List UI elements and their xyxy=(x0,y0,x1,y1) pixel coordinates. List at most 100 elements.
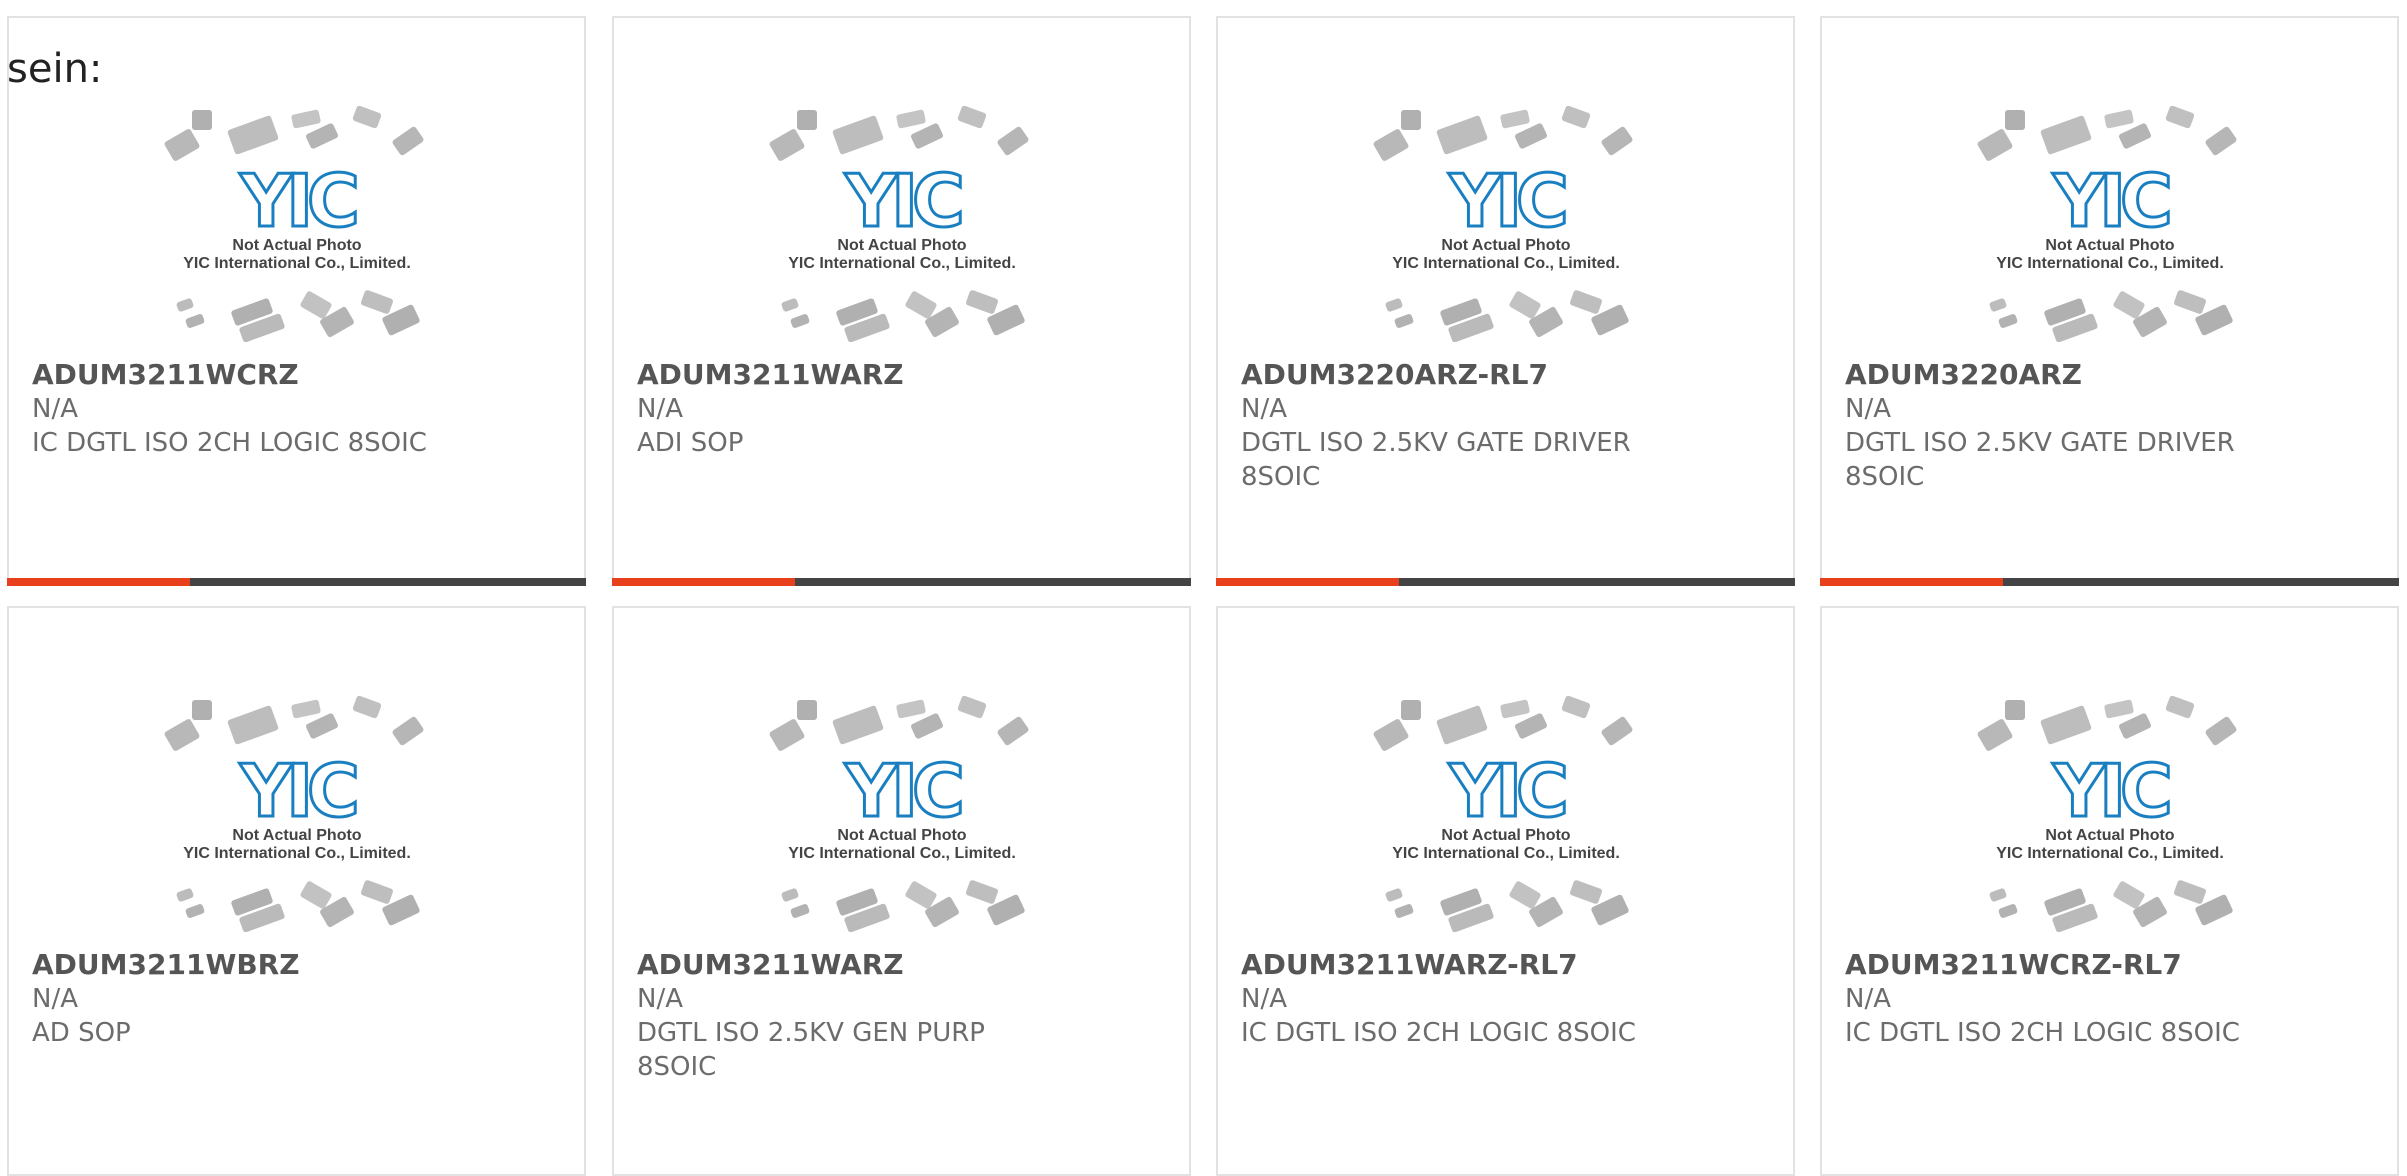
chip-icon xyxy=(957,695,986,719)
chip-icon xyxy=(790,904,809,918)
product-card[interactable]: YIC Not Actual Photo YIC International Co.… xyxy=(612,606,1191,1176)
chip-icon xyxy=(185,904,204,918)
product-card[interactable]: YIC Not Actual Photo YIC International Co.… xyxy=(7,16,586,586)
card-footer-accent xyxy=(1820,578,2003,586)
product-thumbnail[interactable]: YIC Not Actual Photo YIC International Co.… xyxy=(162,694,432,933)
chip-icon xyxy=(191,110,212,130)
chip-icon xyxy=(2112,291,2145,319)
chip-icon xyxy=(191,700,212,720)
thumbnail-caption: Not Actual Photo xyxy=(2045,827,2174,844)
placeholder-photo: YICNot Actual PhotoYIC International Co.… xyxy=(1977,105,2236,343)
product-thumbnail[interactable]: YIC Not Actual Photo YIC International Co.… xyxy=(1371,694,1641,933)
chip-icon xyxy=(2165,105,2194,129)
chip-icon xyxy=(1977,719,2012,751)
chip-icon xyxy=(1569,880,1602,904)
chip-icon xyxy=(164,129,199,161)
thumbnail-caption: Not Actual Photo xyxy=(232,827,361,844)
chip-icon xyxy=(781,298,798,312)
chip-icon xyxy=(1436,115,1487,155)
part-number-link[interactable]: ADUM3220ARZ-RL7 xyxy=(1241,358,1671,392)
chip-icon xyxy=(781,888,798,902)
description: DGTL ISO 2.5KV GATE DRIVER 8SOIC xyxy=(1241,428,1631,492)
chip-icon xyxy=(965,880,998,904)
chip-icon xyxy=(360,290,393,314)
chip-icon xyxy=(1499,109,1530,129)
chip-icon xyxy=(1989,298,2006,312)
product-thumbnail[interactable]: YIC Not Actual Photo YIC International Co.… xyxy=(162,104,432,343)
chip-icon xyxy=(965,290,998,314)
product-card[interactable]: YIC Not Actual Photo YIC International Co.… xyxy=(1216,16,1795,586)
chip-icon xyxy=(957,105,986,129)
chip-icon xyxy=(1385,888,1402,902)
chip-icon xyxy=(1569,290,1602,314)
yic-logo: YIC xyxy=(1448,749,1565,833)
description: DGTL ISO 2.5KV GATE DRIVER 8SOIC xyxy=(1845,428,2235,492)
thumbnail-caption: YIC International Co., Limited. xyxy=(183,255,411,272)
chip-icon xyxy=(997,716,1028,746)
part-number-link[interactable]: ADUM3211WARZ xyxy=(637,948,1067,982)
product-thumbnail[interactable]: YIC Not Actual Photo YIC International Co.… xyxy=(1975,104,2245,343)
chip-icon xyxy=(352,695,381,719)
card-footer-bar xyxy=(7,578,586,586)
chip-icon xyxy=(392,126,423,156)
thumbnail-caption: YIC International Co., Limited. xyxy=(1392,845,1620,862)
chip-icon xyxy=(2103,109,2134,129)
chip-icon xyxy=(305,713,338,739)
chip-icon xyxy=(2040,705,2091,745)
product-card[interactable]: YIC Not Actual Photo YIC International Co.… xyxy=(1820,16,2399,586)
chip-icon xyxy=(176,298,193,312)
placeholder-photo: YICNot Actual PhotoYIC International Co.… xyxy=(769,695,1028,933)
chip-icon xyxy=(1373,129,1408,161)
chip-icon xyxy=(769,719,804,751)
chip-icon xyxy=(360,880,393,904)
part-number-link[interactable]: ADUM3211WCRZ xyxy=(32,358,462,392)
chip-icon xyxy=(164,719,199,751)
thumbnail-caption: YIC International Co., Limited. xyxy=(1996,255,2224,272)
placeholder-photo: YICNot Actual PhotoYIC International Co.… xyxy=(1373,695,1632,933)
product-thumbnail[interactable]: YIC Not Actual Photo YIC International Co.… xyxy=(767,694,1037,933)
chip-icon xyxy=(2173,290,2206,314)
card-footer-bar xyxy=(1820,578,2399,586)
card-footer-bar xyxy=(612,578,1191,586)
chip-icon xyxy=(1561,695,1590,719)
chip-icon xyxy=(2165,695,2194,719)
chip-icon xyxy=(910,123,943,149)
thumbnail-caption: Not Actual Photo xyxy=(837,827,966,844)
product-thumbnail[interactable]: YIC Not Actual Photo YIC International Co.… xyxy=(1371,104,1641,343)
product-card[interactable]: YIC Not Actual Photo YIC International Co.… xyxy=(612,16,1191,586)
product-card[interactable]: YIC Not Actual Photo YIC International Co.… xyxy=(1216,606,1795,1176)
chip-icon xyxy=(290,109,321,129)
part-number-link[interactable]: ADUM3211WCRZ-RL7 xyxy=(1845,948,2275,982)
chip-icon xyxy=(1601,716,1632,746)
chip-icon xyxy=(299,291,332,319)
card-footer-accent xyxy=(7,578,190,586)
chip-icon xyxy=(832,115,883,155)
part-number-link[interactable]: ADUM3220ARZ xyxy=(1845,358,2275,392)
thumbnail-caption: Not Actual Photo xyxy=(2045,237,2174,254)
chip-icon xyxy=(2040,115,2091,155)
chip-icon xyxy=(796,110,817,130)
yic-logo: YIC xyxy=(1448,159,1565,243)
yic-logo: YIC xyxy=(2052,159,2169,243)
chip-icon xyxy=(352,105,381,129)
manufacturer: N/A xyxy=(32,984,78,1014)
product-card[interactable]: YIC Not Actual Photo YIC International Co.… xyxy=(7,606,586,1176)
chip-icon xyxy=(2004,110,2025,130)
part-number-link[interactable]: ADUM3211WBRZ xyxy=(32,948,462,982)
thumbnail-caption: YIC International Co., Limited. xyxy=(183,845,411,862)
thumbnail-caption: Not Actual Photo xyxy=(837,237,966,254)
section-label: sein: xyxy=(7,46,103,92)
product-card[interactable]: YIC Not Actual Photo YIC International Co.… xyxy=(1820,606,2399,1176)
chip-icon xyxy=(769,129,804,161)
placeholder-photo: YICNot Actual PhotoYIC International Co.… xyxy=(1373,105,1632,343)
chip-icon xyxy=(2118,713,2151,739)
chip-icon xyxy=(176,888,193,902)
part-number-link[interactable]: ADUM3211WARZ-RL7 xyxy=(1241,948,1671,982)
part-number-link[interactable]: ADUM3211WARZ xyxy=(637,358,1067,392)
chip-icon xyxy=(2118,123,2151,149)
product-thumbnail[interactable]: YIC Not Actual Photo YIC International Co.… xyxy=(767,104,1037,343)
thumbnail-caption: Not Actual Photo xyxy=(1441,827,1570,844)
product-thumbnail[interactable]: YIC Not Actual Photo YIC International Co.… xyxy=(1975,694,2245,933)
description: AD SOP xyxy=(32,1018,131,1048)
chip-icon xyxy=(1508,881,1541,909)
